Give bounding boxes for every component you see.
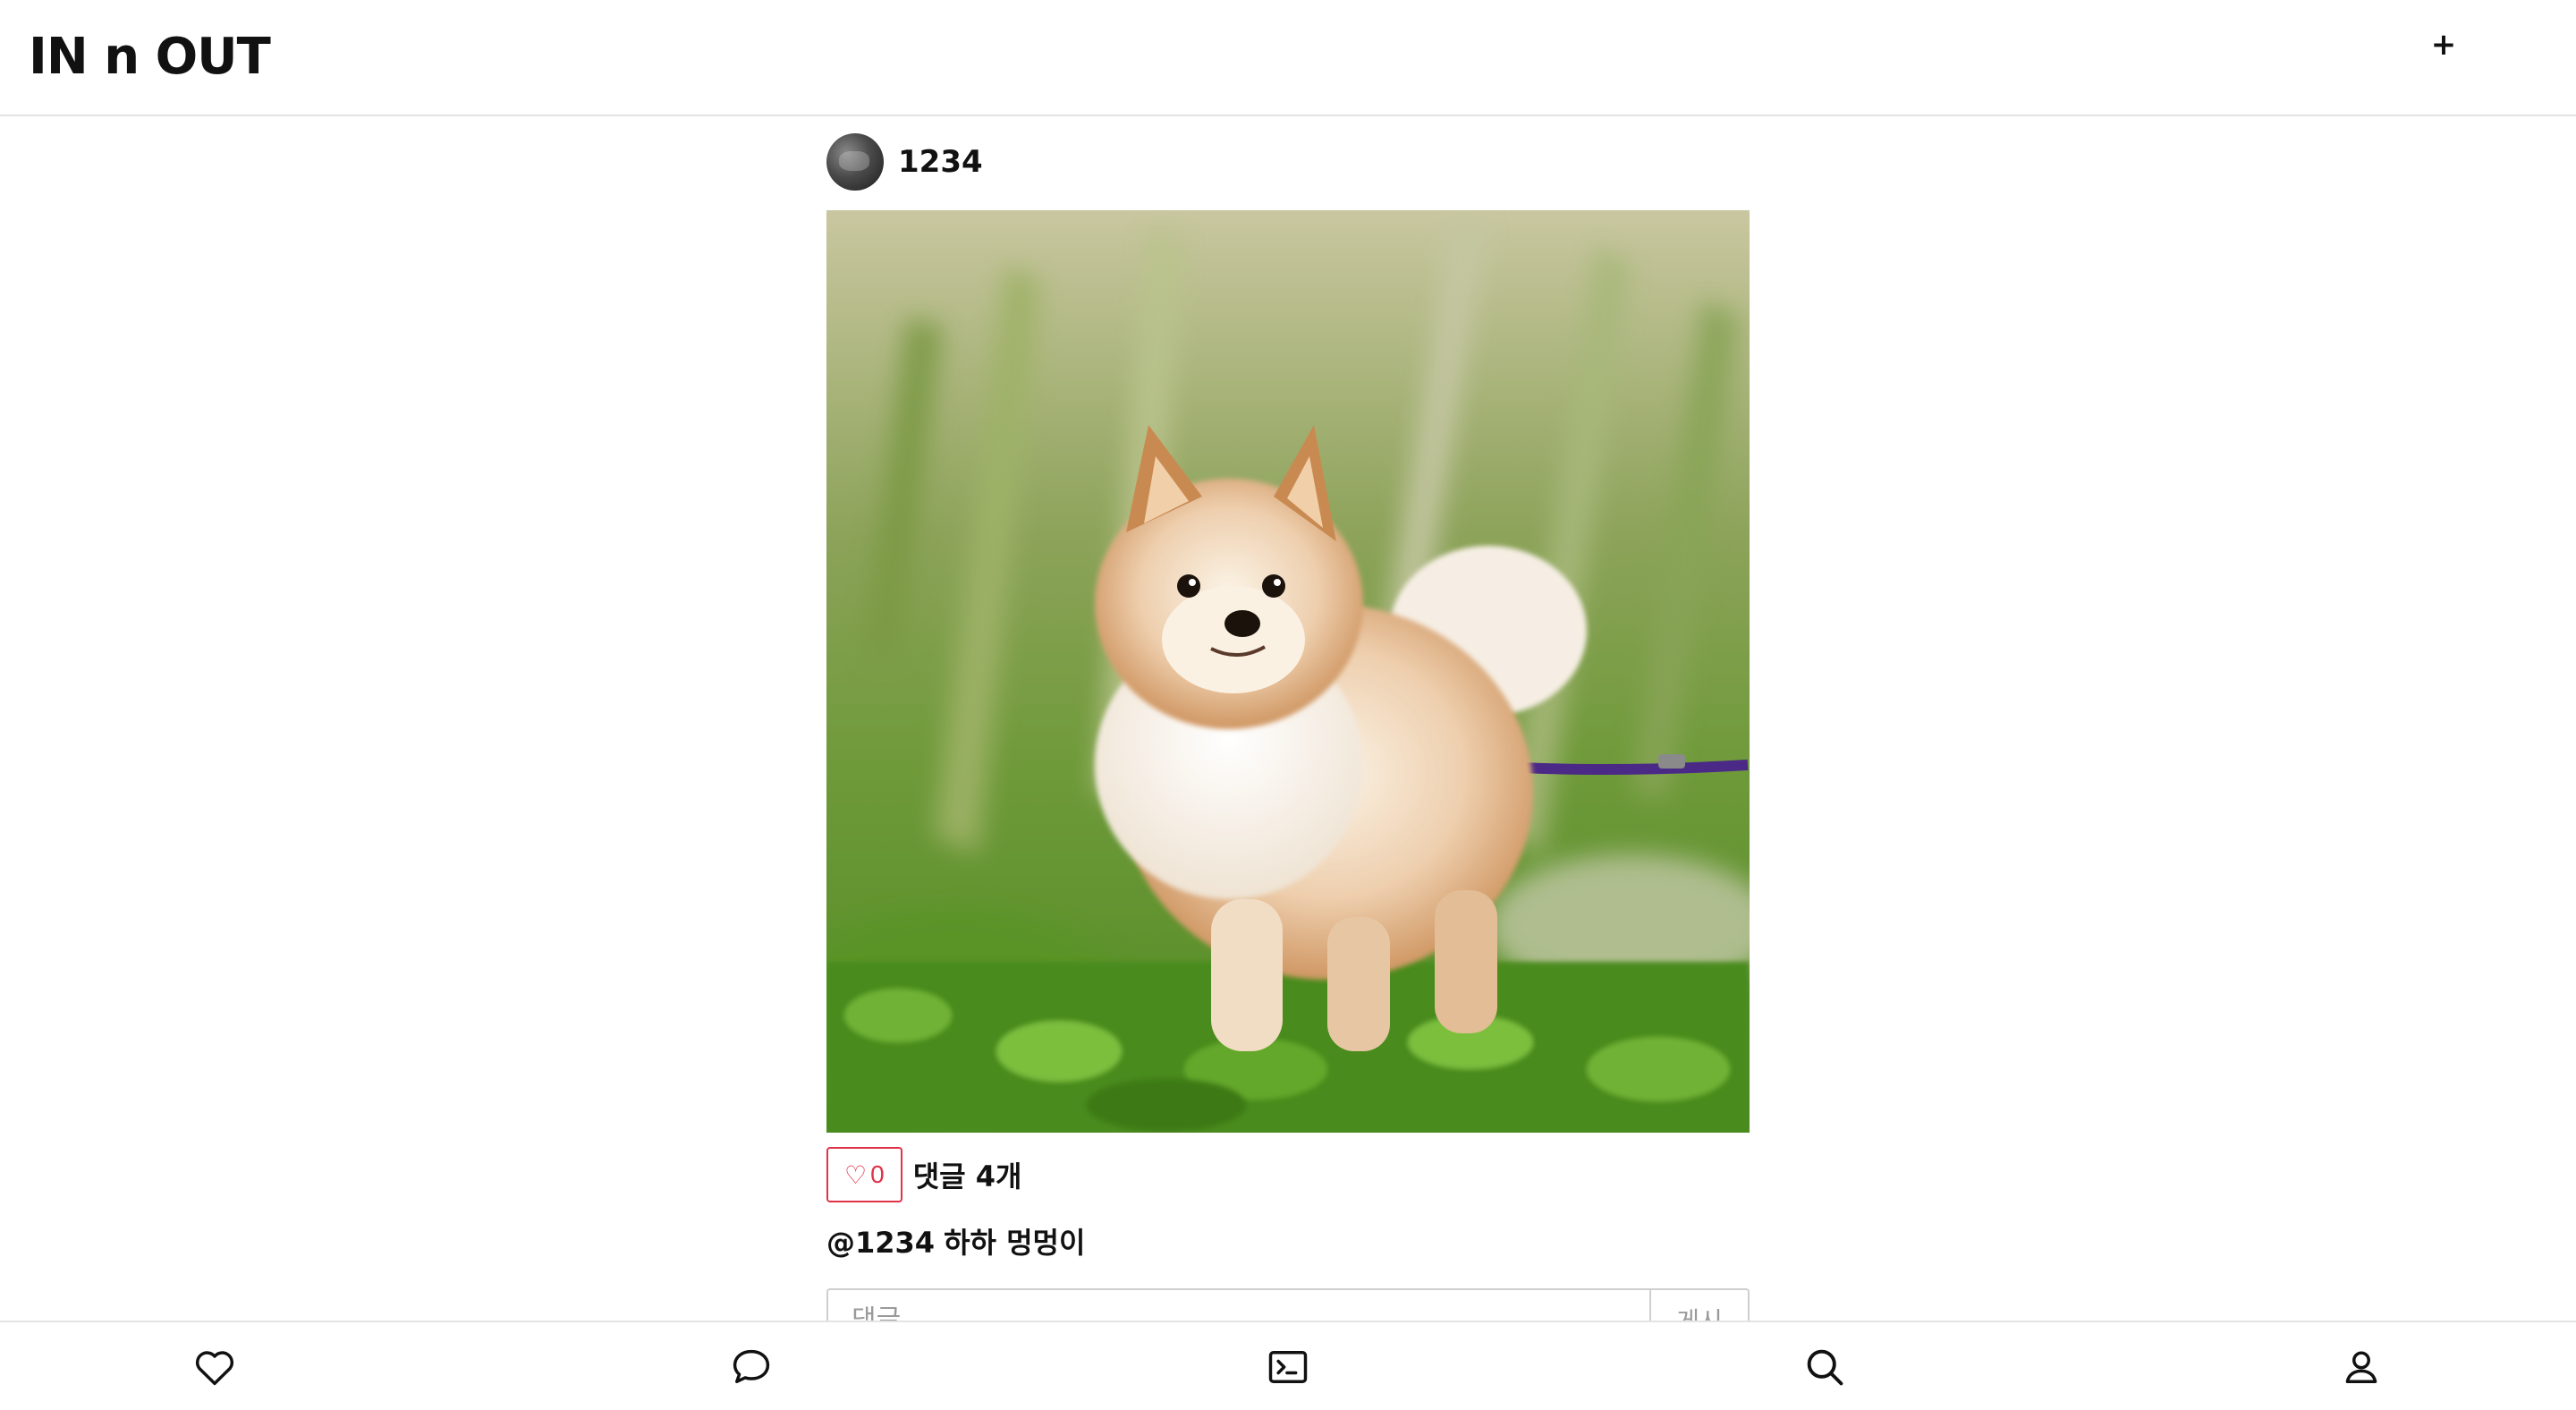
post-actions: ♡ 0 댓글 4개 — [826, 1147, 1021, 1202]
app-page: IN n OUT + 1234 ♡ 0 댓글 4개 @1234 하하 멍멍이 댓… — [0, 0, 2576, 1410]
like-count: 0 — [870, 1160, 885, 1188]
search-icon — [1807, 1349, 1843, 1386]
nav-search[interactable] — [1796, 1338, 1853, 1396]
caption-author[interactable]: @1234 — [826, 1226, 935, 1260]
dog-photo — [826, 210, 1750, 1133]
nav-profile[interactable] — [2333, 1338, 2390, 1396]
post-image — [826, 210, 1750, 1133]
nav-chat[interactable] — [723, 1338, 780, 1396]
nav-terminal[interactable] — [1259, 1338, 1317, 1396]
chat-bubble-icon — [733, 1349, 770, 1383]
top-bar: IN n OUT + — [0, 0, 2576, 116]
post-card: 1234 ♡ 0 댓글 4개 @1234 하하 멍멍이 댓글 — [826, 132, 1750, 1351]
terminal-icon — [1268, 1351, 1308, 1383]
heart-outline-icon: ♡ — [844, 1160, 868, 1189]
comment-count[interactable]: 댓글 4개 — [913, 1154, 1022, 1195]
post-username[interactable]: 1234 — [898, 144, 983, 180]
heart-icon — [195, 1351, 234, 1386]
app-logo[interactable]: IN n OUT — [29, 25, 271, 89]
nav-likes[interactable] — [186, 1338, 243, 1396]
caption-text: 하하 멍멍이 — [944, 1226, 1086, 1260]
user-avatar[interactable] — [826, 133, 884, 191]
user-icon — [2345, 1351, 2377, 1383]
post-header: 1234 — [826, 132, 1750, 191]
new-post-button[interactable]: + — [2426, 27, 2462, 63]
like-button[interactable]: ♡ 0 — [826, 1147, 902, 1202]
post-caption: @1234 하하 멍멍이 — [826, 1220, 1085, 1261]
bottom-nav — [0, 1321, 2576, 1410]
